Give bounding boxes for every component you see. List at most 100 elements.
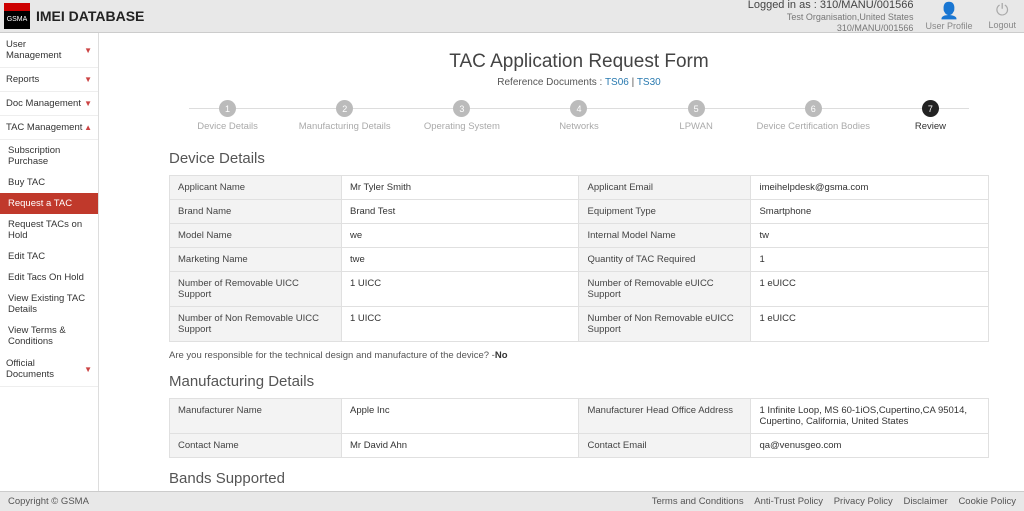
header-right: Logged in as : 310/MANU/001566 Test Orga… bbox=[748, 0, 1020, 33]
step-7[interactable]: 7Review bbox=[872, 100, 989, 132]
step-6[interactable]: 6Device Certification Bodies bbox=[755, 100, 872, 132]
label-cell: Number of Non Removable UICC Support bbox=[170, 307, 342, 342]
value-cell: twe bbox=[341, 248, 579, 272]
nav-official-documents[interactable]: Official Documents▼ bbox=[0, 352, 98, 387]
footer-disclaimer[interactable]: Disclaimer bbox=[903, 496, 947, 507]
logout-label: Logout bbox=[988, 20, 1016, 30]
footer-links: Terms and Conditions Anti-Trust Policy P… bbox=[644, 496, 1016, 507]
value-cell: 1 Infinite Loop, MS 60-1iOS,Cupertino,CA… bbox=[751, 399, 989, 434]
label-cell: Manufacturer Head Office Address bbox=[579, 399, 751, 434]
logout-button[interactable]: ⏻ Logout bbox=[984, 2, 1020, 30]
step-label: Device Certification Bodies bbox=[755, 121, 872, 132]
label-cell: Brand Name bbox=[170, 200, 342, 224]
table-row: Applicant NameMr Tyler SmithApplicant Em… bbox=[170, 176, 989, 200]
step-3[interactable]: 3 Operating System bbox=[403, 100, 520, 132]
value-cell: 1 eUICC bbox=[751, 307, 989, 342]
nav-edit-tacs-on-hold[interactable]: Edit Tacs On Hold bbox=[0, 267, 98, 288]
value-cell: Brand Test bbox=[341, 200, 579, 224]
user-profile-button[interactable]: 👤 User Profile bbox=[921, 1, 976, 31]
step-1[interactable]: 1 Device Details bbox=[169, 100, 286, 132]
step-label: Operating System bbox=[403, 121, 520, 132]
ref-label: Reference Documents : bbox=[497, 77, 602, 88]
nav-edit-tac[interactable]: Edit TAC bbox=[0, 246, 98, 267]
table-row: Manufacturer NameApple IncManufacturer H… bbox=[170, 399, 989, 434]
step-label: Device Details bbox=[169, 121, 286, 132]
nav-user-management[interactable]: User Management▼ bbox=[0, 33, 98, 68]
device-details-table: Applicant NameMr Tyler SmithApplicant Em… bbox=[169, 175, 989, 342]
value-cell: imeihelpdesk@gsma.com bbox=[751, 176, 989, 200]
nav-buy-tac[interactable]: Buy TAC bbox=[0, 172, 98, 193]
value-cell: Smartphone bbox=[751, 200, 989, 224]
nav-subscription-purchase[interactable]: Subscription Purchase bbox=[0, 140, 98, 172]
step-circle: 5 bbox=[688, 100, 705, 117]
step-circle: 4 bbox=[570, 100, 587, 117]
chevron-down-icon: ▼ bbox=[84, 365, 92, 374]
ref-link-ts06[interactable]: TS06 bbox=[605, 77, 629, 88]
step-2[interactable]: 2Manufacturing Details bbox=[286, 100, 403, 132]
nav-tac-management[interactable]: TAC Management▲ bbox=[0, 116, 98, 140]
value-cell: 1 bbox=[751, 248, 989, 272]
sidebar: User Management▼ Reports ▼ Doc Management… bbox=[0, 33, 99, 491]
ref-link-ts30[interactable]: TS30 bbox=[637, 77, 661, 88]
nav-doc-management[interactable]: Doc Management▼ bbox=[0, 92, 98, 116]
step-5[interactable]: 5LPWAN bbox=[638, 100, 755, 132]
step-4[interactable]: 4Networks bbox=[520, 100, 637, 132]
chevron-up-icon: ▲ bbox=[84, 123, 92, 132]
value-cell: 1 UICC bbox=[341, 272, 579, 307]
value-cell: Apple Inc bbox=[341, 399, 579, 434]
value-cell: Mr Tyler Smith bbox=[341, 176, 579, 200]
step-circle: 3 bbox=[453, 100, 470, 117]
value-cell: Mr David Ahn bbox=[341, 434, 579, 458]
footer-antitrust[interactable]: Anti-Trust Policy bbox=[754, 496, 823, 507]
chevron-down-icon: ▼ bbox=[84, 75, 92, 84]
reference-documents: Reference Documents : TS06 | TS30 bbox=[169, 77, 989, 88]
table-row: Number of Removable UICC Support1 UICCNu… bbox=[170, 272, 989, 307]
logo-text: GSMA bbox=[7, 16, 28, 23]
step-circle: 1 bbox=[219, 100, 236, 117]
nav-request-tacs-on-hold[interactable]: Request TACs on Hold bbox=[0, 214, 98, 246]
footer-privacy[interactable]: Privacy Policy bbox=[834, 496, 893, 507]
section-manufacturing-title: Manufacturing Details bbox=[169, 373, 989, 390]
site-title: IMEI DATABASE bbox=[36, 8, 144, 24]
nav-label: Reports bbox=[6, 74, 39, 85]
header-left: GSMA IMEI DATABASE bbox=[4, 3, 144, 29]
footer-cookie[interactable]: Cookie Policy bbox=[958, 496, 1016, 507]
chevron-down-icon: ▼ bbox=[84, 99, 92, 108]
footer: Copyright © GSMA Terms and Conditions An… bbox=[0, 491, 1024, 511]
stepper: 1 Device Details 2Manufacturing Details 3… bbox=[169, 100, 989, 132]
value-cell: qa@venusgeo.com bbox=[751, 434, 989, 458]
value-cell: 1 eUICC bbox=[751, 272, 989, 307]
nav-view-existing-tac[interactable]: View Existing TAC Details bbox=[0, 288, 98, 320]
nav-reports[interactable]: Reports ▼ bbox=[0, 68, 98, 92]
login-info: Logged in as : 310/MANU/001566 Test Orga… bbox=[748, 0, 914, 33]
label-cell: Quantity of TAC Required bbox=[579, 248, 751, 272]
org-name: Test Organisation,United States bbox=[748, 12, 914, 23]
nav-label: TAC Management bbox=[6, 122, 82, 133]
logged-in-as: Logged in as : 310/MANU/001566 bbox=[748, 0, 914, 12]
user-profile-label: User Profile bbox=[925, 21, 972, 31]
label-cell: Internal Model Name bbox=[579, 224, 751, 248]
footer-terms[interactable]: Terms and Conditions bbox=[652, 496, 744, 507]
step-circle: 7 bbox=[922, 100, 939, 117]
q-text: Are you responsible for the technical de… bbox=[169, 350, 495, 361]
label-cell: Marketing Name bbox=[170, 248, 342, 272]
q-answer: No bbox=[495, 350, 508, 361]
label-cell: Model Name bbox=[170, 224, 342, 248]
value-cell: tw bbox=[751, 224, 989, 248]
table-row: Brand NameBrand TestEquipment TypeSmartp… bbox=[170, 200, 989, 224]
manufacturing-details-table: Manufacturer NameApple IncManufacturer H… bbox=[169, 398, 989, 458]
table-row: Number of Non Removable UICC Support1 UI… bbox=[170, 307, 989, 342]
section-bands-title: Bands Supported bbox=[169, 470, 989, 487]
responsible-question: Are you responsible for the technical de… bbox=[169, 350, 989, 361]
gsma-logo: GSMA bbox=[4, 3, 30, 29]
label-cell: Number of Removable UICC Support bbox=[170, 272, 342, 307]
label-cell: Applicant Email bbox=[579, 176, 751, 200]
step-label: Manufacturing Details bbox=[286, 121, 403, 132]
label-cell: Applicant Name bbox=[170, 176, 342, 200]
section-device-details-title: Device Details bbox=[169, 150, 989, 167]
power-icon: ⏻ bbox=[988, 2, 1016, 20]
nav-request-a-tac[interactable]: Request a TAC bbox=[0, 193, 98, 214]
label-cell: Contact Email bbox=[579, 434, 751, 458]
nav-view-terms[interactable]: View Terms & Conditions bbox=[0, 320, 98, 352]
label-cell: Manufacturer Name bbox=[170, 399, 342, 434]
